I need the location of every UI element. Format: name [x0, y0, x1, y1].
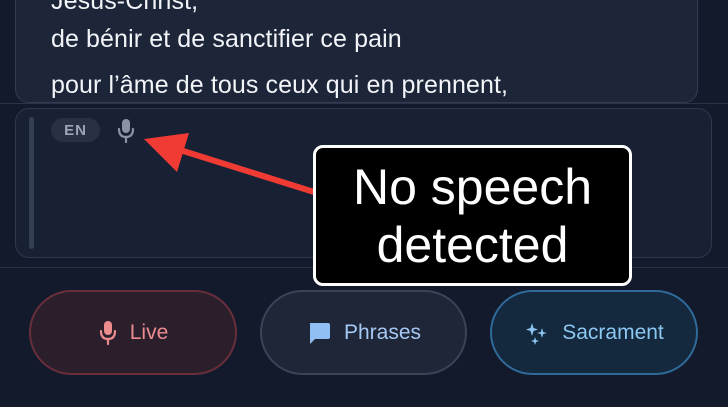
chat-bubble-icon — [306, 320, 332, 346]
transcript-line: de bénir et de sanctifier ce pain — [51, 25, 402, 53]
phrases-button[interactable]: Phrases — [260, 290, 467, 375]
sparkle-icon — [524, 320, 550, 346]
input-accent-bar — [29, 117, 34, 249]
live-label: Live — [129, 320, 169, 344]
transcript-divider — [0, 103, 728, 104]
phrases-label: Phrases — [343, 320, 422, 344]
annotation-text: No speech detected — [352, 158, 593, 273]
microphone-icon — [98, 319, 118, 347]
sacrament-label: Sacrament — [562, 320, 664, 344]
sacrament-button[interactable]: Sacrament — [490, 290, 698, 375]
transcript-line: Jésus-Christ, — [51, 0, 199, 15]
transcript-line: pour l’âme de tous ceux qui en prennent, — [51, 71, 509, 99]
live-button[interactable]: Live — [29, 290, 237, 375]
annotation-callout: No speech detected — [313, 145, 632, 286]
language-badge[interactable]: EN — [51, 118, 100, 142]
transcript-card: Jésus-Christ, de bénir et de sanctifier … — [15, 0, 698, 103]
microphone-icon[interactable] — [115, 117, 137, 145]
